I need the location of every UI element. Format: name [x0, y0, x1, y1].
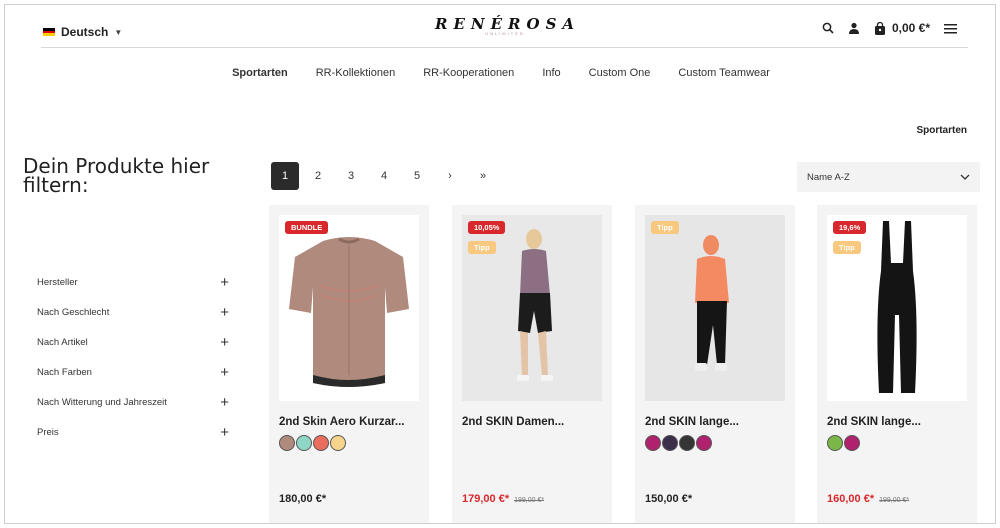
nav-item-sportarten[interactable]: Sportarten [232, 67, 288, 79]
plus-icon: + [220, 303, 229, 321]
product-price: 179,00 €* 199,00 €* [462, 493, 544, 505]
swatch[interactable] [662, 435, 678, 451]
filter-farben[interactable]: Nach Farben + [37, 357, 229, 387]
page-3-button[interactable]: 3 [337, 162, 365, 190]
nav-item-rr-kooperationen[interactable]: RR-Kooperationen [423, 67, 514, 79]
product-price: 180,00 €* [279, 493, 327, 505]
product-image[interactable]: 19,6% Tipp [827, 215, 967, 401]
product-image[interactable]: Tipp [645, 215, 785, 401]
plus-icon: + [220, 273, 229, 291]
filter-label: Nach Witterung und Jahreszeit [37, 396, 167, 408]
color-swatches [827, 435, 860, 451]
cart-button[interactable]: 0,00 €* [874, 21, 930, 35]
swatch[interactable] [296, 435, 312, 451]
sale-price: 160,00 €* [827, 493, 875, 505]
filter-label: Nach Artikel [37, 336, 88, 348]
page-5-button[interactable]: 5 [403, 162, 431, 190]
page-2-button[interactable]: 2 [304, 162, 332, 190]
nav-item-info[interactable]: Info [542, 67, 560, 79]
sort-select[interactable]: Name A-Z [797, 162, 980, 192]
language-label: Deutsch [61, 25, 109, 39]
filter-artikel[interactable]: Nach Artikel + [37, 327, 229, 357]
badge-tipp: Tipp [468, 241, 496, 254]
main-navigation: Sportarten RR-Kollektionen RR-Kooperatio… [5, 67, 995, 79]
old-price: 199,00 €* [879, 497, 910, 504]
breadcrumb[interactable]: Sportarten [916, 125, 967, 136]
sale-price: 179,00 €* [462, 493, 510, 505]
product-price: 160,00 €* 199,00 €* [827, 493, 909, 505]
product-card[interactable]: 19,6% Tipp 2nd SKIN lange... 160,00 €* 19… [817, 205, 977, 523]
swatch[interactable] [696, 435, 712, 451]
swatch[interactable] [679, 435, 695, 451]
product-name[interactable]: 2nd SKIN Damen... [462, 416, 564, 428]
product-card[interactable]: 10,05% Tipp 2nd SKIN Damen... 179,00 €* 1… [452, 205, 612, 523]
old-price: 199,00 €* [514, 497, 545, 504]
swatch[interactable] [827, 435, 843, 451]
cart-icon [874, 21, 886, 35]
filter-preis[interactable]: Preis + [37, 417, 229, 447]
cart-total: 0,00 €* [891, 21, 930, 35]
badge-tipp: Tipp [833, 241, 861, 254]
plus-icon: + [220, 423, 229, 441]
product-name[interactable]: 2nd SKIN lange... [645, 416, 739, 428]
nav-item-rr-kollektionen[interactable]: RR-Kollektionen [316, 67, 395, 79]
next-page-button[interactable]: › [436, 162, 464, 190]
product-card[interactable]: Tipp 2nd SKIN lange... 150,00 €* [635, 205, 795, 523]
product-image[interactable]: BUNDLE [279, 215, 419, 401]
nav-item-custom-one[interactable]: Custom One [589, 67, 651, 79]
swatch[interactable] [279, 435, 295, 451]
swatch[interactable] [313, 435, 329, 451]
filter-hersteller[interactable]: Hersteller + [37, 267, 229, 297]
logo[interactable]: RENÉROSA UNLIMITED [435, 15, 575, 36]
filter-list: Hersteller + Nach Geschlecht + Nach Artike… [37, 267, 229, 447]
badge-discount: 10,05% [468, 221, 506, 234]
badge-discount: 19,6% [833, 221, 867, 234]
badge-tipp: Tipp [651, 221, 679, 234]
plus-icon: + [220, 333, 229, 351]
sort-value: Name A-Z [807, 171, 850, 183]
product-card[interactable]: BUNDLE 2nd Skin Aero Kurzar... 180,00 €* [269, 205, 429, 523]
filter-label: Preis [37, 426, 59, 438]
chevron-down-icon [960, 172, 970, 183]
color-swatches [279, 435, 346, 451]
plus-icon: + [220, 393, 229, 411]
page-1-button[interactable]: 1 [271, 162, 299, 190]
nav-item-custom-teamwear[interactable]: Custom Teamwear [678, 67, 770, 79]
product-price: 150,00 €* [645, 493, 693, 505]
filter-label: Nach Farben [37, 366, 92, 378]
product-name[interactable]: 2nd Skin Aero Kurzar... [279, 416, 404, 428]
filter-geschlecht[interactable]: Nach Geschlecht + [37, 297, 229, 327]
badge-bundle: BUNDLE [285, 221, 329, 234]
filter-witterung[interactable]: Nach Witterung und Jahreszeit + [37, 387, 229, 417]
search-icon[interactable] [822, 22, 834, 34]
menu-icon[interactable] [944, 23, 957, 34]
filter-label: Nach Geschlecht [37, 306, 110, 318]
pagination: 1 2 3 4 5 › » [271, 162, 502, 190]
product-name[interactable]: 2nd SKIN lange... [827, 416, 921, 428]
plus-icon: + [220, 363, 229, 381]
filter-heading: Dein Produkte hier filtern: [23, 154, 210, 197]
color-swatches [645, 435, 712, 451]
last-page-button[interactable]: » [469, 162, 497, 190]
chevron-down-icon: ▼ [114, 27, 123, 37]
german-flag-icon [43, 28, 55, 36]
product-image[interactable]: 10,05% Tipp [462, 215, 602, 401]
header-actions: 0,00 €* [822, 21, 957, 35]
header-divider [41, 47, 968, 48]
page-4-button[interactable]: 4 [370, 162, 398, 190]
swatch[interactable] [844, 435, 860, 451]
filter-label: Hersteller [37, 276, 78, 288]
language-selector[interactable]: Deutsch ▼ [43, 25, 122, 39]
swatch[interactable] [330, 435, 346, 451]
account-icon[interactable] [848, 22, 860, 34]
swatch[interactable] [645, 435, 661, 451]
page-frame: Deutsch ▼ RENÉROSA UNLIMITED 0,00 €* Spo… [4, 4, 996, 524]
